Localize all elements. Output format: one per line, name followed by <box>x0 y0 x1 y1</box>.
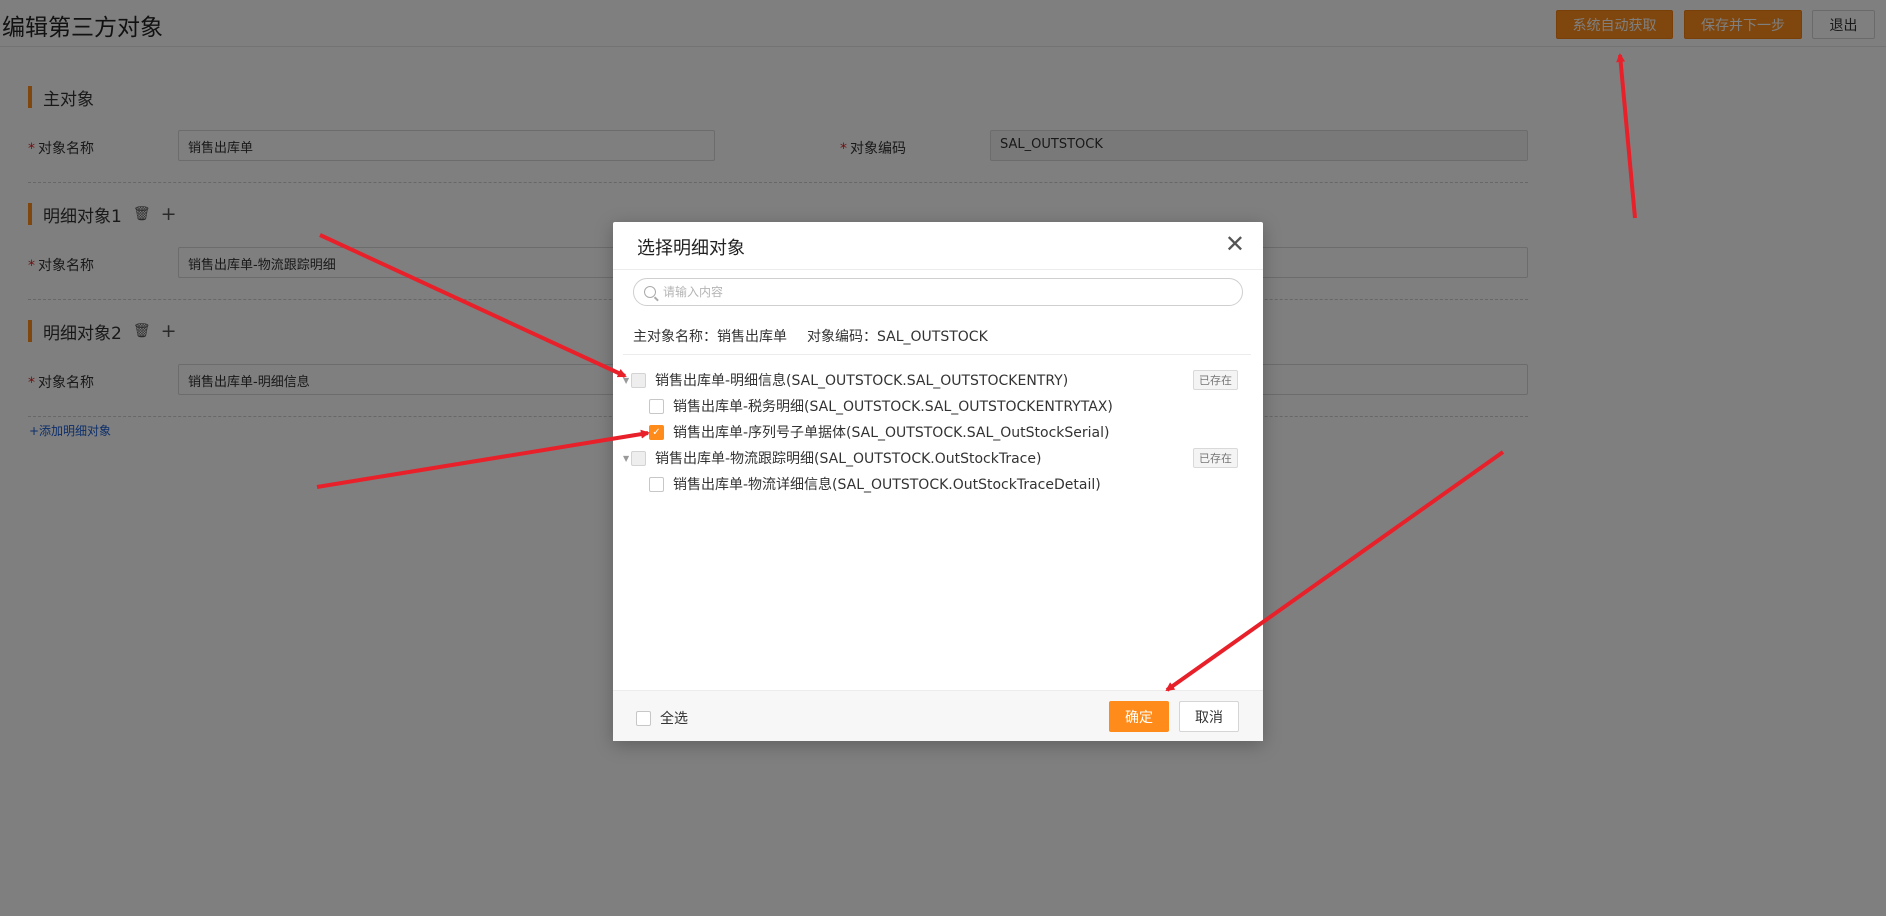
search-box <box>633 278 1243 306</box>
tree-node-label: 销售出库单-税务明细(SAL_OUTSTOCK.SAL_OUTSTOCKENTR… <box>673 399 1113 415</box>
dialog-title: 选择明细对象 <box>637 238 745 259</box>
tree-node-label: 销售出库单-物流跟踪明细(SAL_OUTSTOCK.OutStockTrace) <box>655 451 1042 467</box>
checkbox-disabled <box>631 372 646 388</box>
select-detail-dialog: 选择明细对象 ✕ 主对象名称：销售出库单 对象编码：SAL_OUTSTOCK ▼… <box>613 222 1263 741</box>
info-divider <box>623 354 1251 355</box>
tree-node[interactable]: 销售出库单-物流详细信息(SAL_OUTSTOCK.OutStockTraceD… <box>649 473 1101 495</box>
tree-node[interactable]: ▼ 销售出库单-物流跟踪明细(SAL_OUTSTOCK.OutStockTrac… <box>613 447 1041 469</box>
checkbox[interactable] <box>649 398 664 414</box>
main-object-code-info: 对象编码：SAL_OUTSTOCK <box>807 329 988 345</box>
select-all-checkbox[interactable]: 全选 <box>636 708 688 728</box>
checkbox-disabled <box>631 450 646 466</box>
dialog-footer: 全选 确定 取消 <box>613 690 1263 741</box>
tree-node[interactable]: ▼ 销售出库单-明细信息(SAL_OUTSTOCK.SAL_OUTSTOCKEN… <box>613 369 1068 391</box>
checkbox-checked[interactable]: ✓ <box>649 424 664 440</box>
search-icon <box>644 286 656 298</box>
tree-node-label: 销售出库单-序列号子单据体(SAL_OUTSTOCK.SAL_OutStockS… <box>673 425 1110 441</box>
tree-node[interactable]: 销售出库单-税务明细(SAL_OUTSTOCK.SAL_OUTSTOCKENTR… <box>649 395 1113 417</box>
caret-down-icon[interactable]: ▼ <box>623 376 629 385</box>
checkbox[interactable] <box>636 710 651 726</box>
main-object-info: 主对象名称：销售出库单 对象编码：SAL_OUTSTOCK <box>633 326 988 346</box>
tree-node-label: 销售出库单-物流详细信息(SAL_OUTSTOCK.OutStockTraceD… <box>673 477 1101 493</box>
cancel-button[interactable]: 取消 <box>1179 701 1239 732</box>
tree-node-label: 销售出库单-明细信息(SAL_OUTSTOCK.SAL_OUTSTOCKENTR… <box>655 373 1069 389</box>
select-all-label: 全选 <box>660 711 688 727</box>
dialog-header: 选择明细对象 ✕ <box>613 222 1263 270</box>
check-icon: ✓ <box>652 426 661 438</box>
main-object-name-info: 主对象名称：销售出库单 <box>633 329 787 345</box>
exists-badge: 已存在 <box>1193 448 1238 468</box>
confirm-button[interactable]: 确定 <box>1109 701 1169 732</box>
close-icon[interactable]: ✕ <box>1225 232 1245 256</box>
search-input[interactable] <box>663 285 1223 299</box>
exists-badge: 已存在 <box>1193 370 1238 390</box>
caret-down-icon[interactable]: ▼ <box>623 454 629 463</box>
tree-node[interactable]: ✓ 销售出库单-序列号子单据体(SAL_OUTSTOCK.SAL_OutStoc… <box>649 421 1109 443</box>
checkbox[interactable] <box>649 476 664 492</box>
